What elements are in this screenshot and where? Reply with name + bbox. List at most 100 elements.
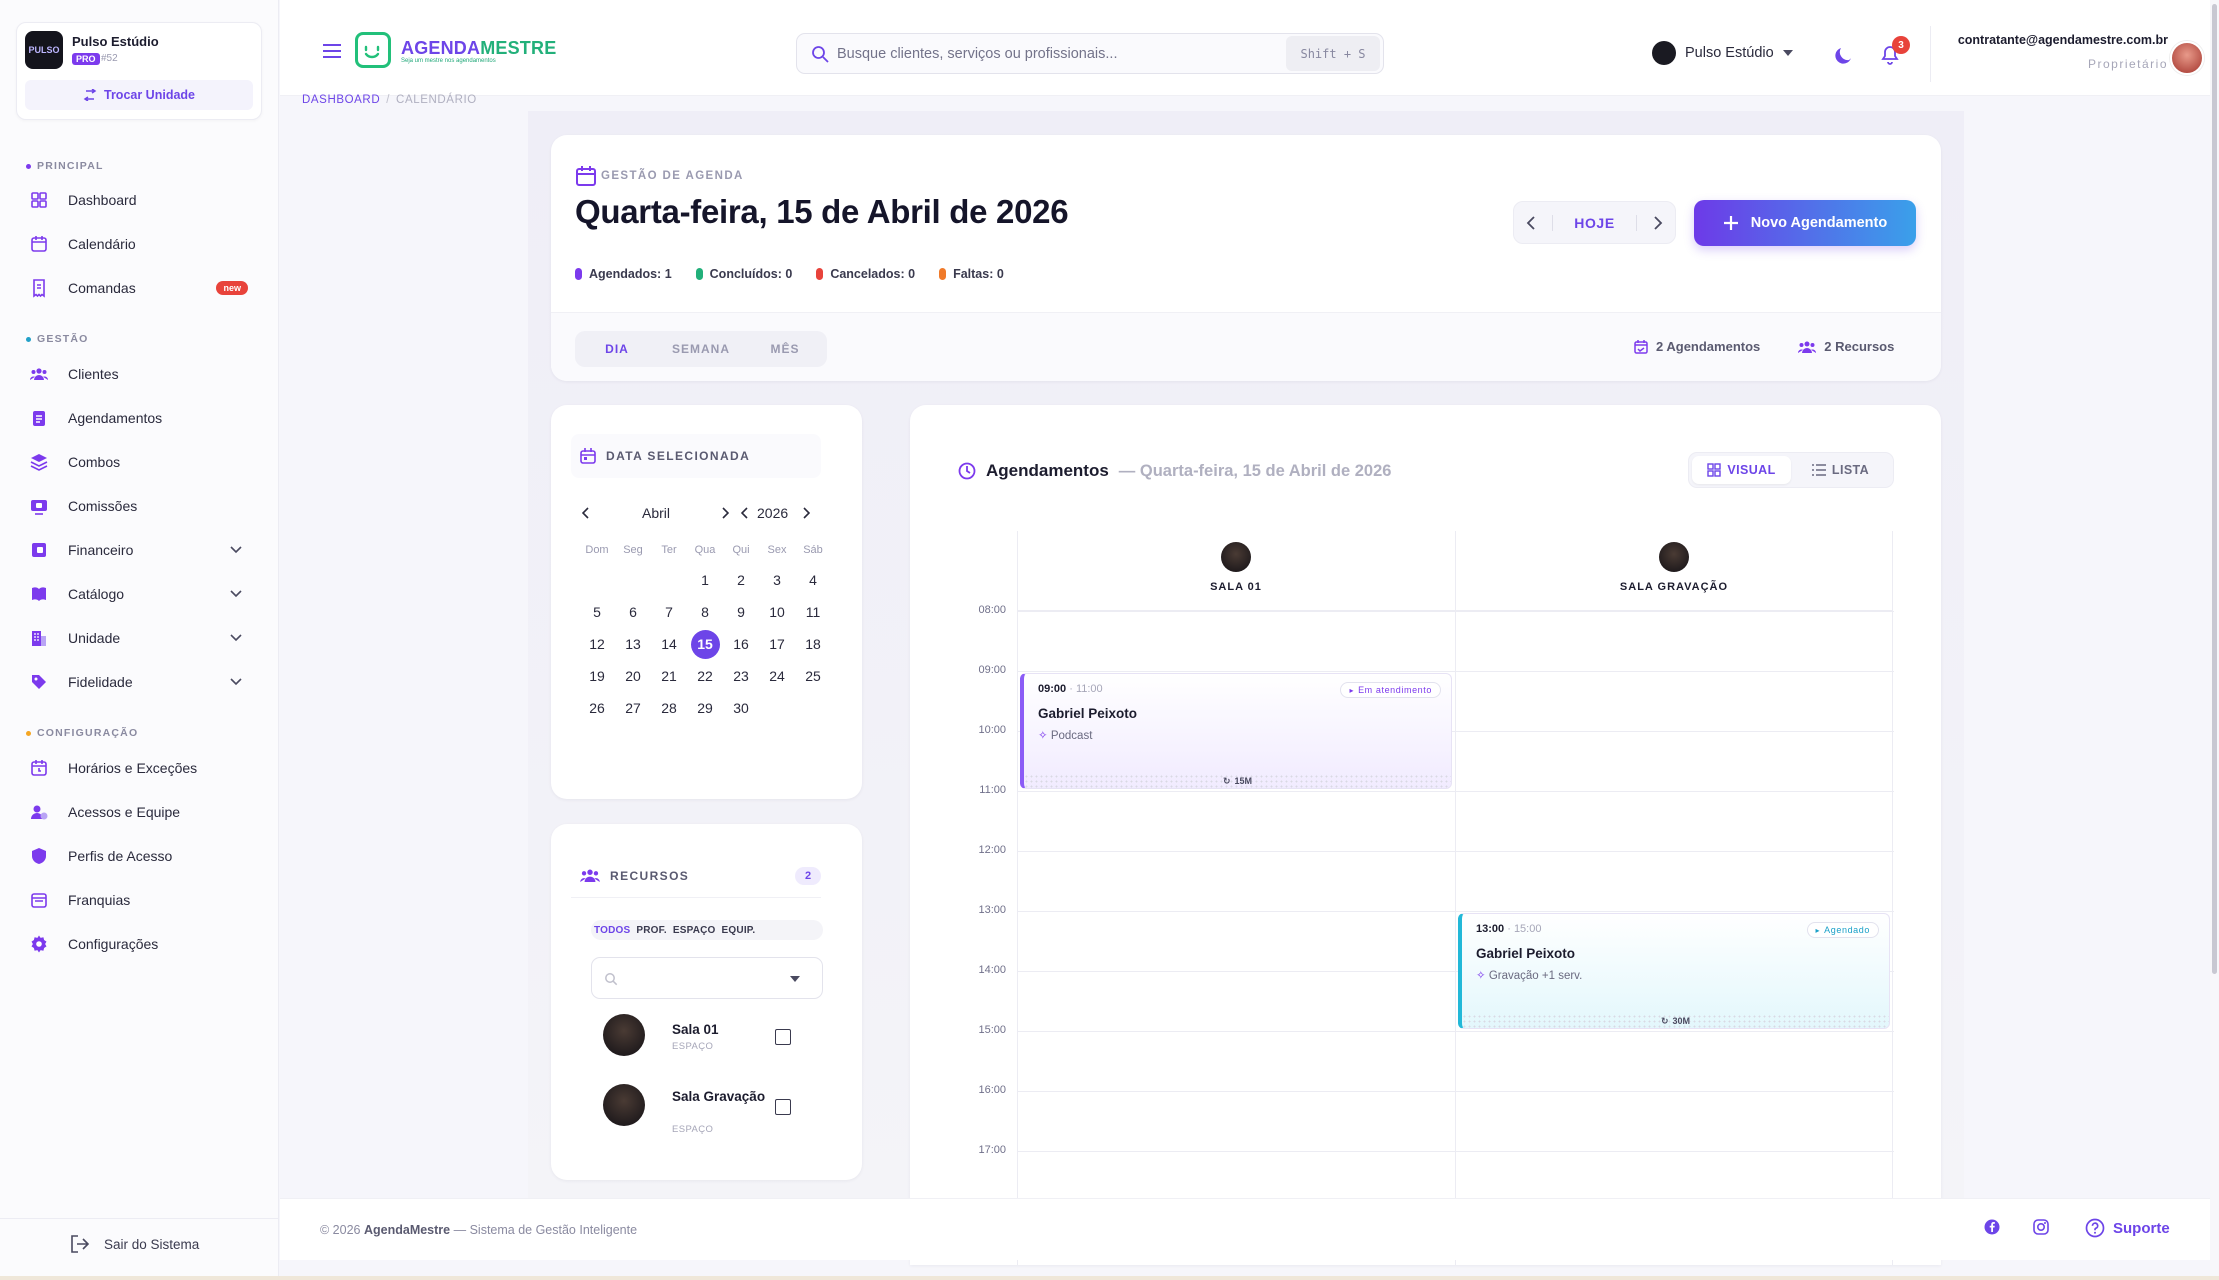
prev-month-button[interactable] <box>582 507 590 519</box>
page-scrollbar[interactable] <box>2210 0 2219 1276</box>
resource-search-select[interactable] <box>591 957 823 999</box>
header-divider <box>1930 26 1931 82</box>
sidebar-item-comandas[interactable]: Comandas new <box>24 270 256 306</box>
calendar-day[interactable]: 5 <box>579 596 615 628</box>
sidebar-item-comissoes[interactable]: Comissões <box>24 488 256 524</box>
resource-filter-0[interactable]: TODOS <box>594 925 630 936</box>
sidebar-item-combos[interactable]: Combos <box>24 444 256 480</box>
calendar-day[interactable]: 2 <box>723 564 759 596</box>
calendar-day[interactable]: 28 <box>651 692 687 724</box>
calendar-day[interactable]: 26 <box>579 692 615 724</box>
calendar-day[interactable]: 4 <box>795 564 831 596</box>
calendar-day[interactable]: 1 <box>687 564 723 596</box>
calendar-day[interactable]: 13 <box>615 628 651 660</box>
calendar-day[interactable]: 17 <box>759 628 795 660</box>
calendar-day[interactable]: 10 <box>759 596 795 628</box>
resource-item[interactable]: Sala 01 ESPAÇO <box>603 1014 823 1068</box>
resource-item[interactable]: Sala Gravação ESPAÇO <box>603 1084 823 1138</box>
next-month-button[interactable] <box>721 507 730 519</box>
calendar-day-selected[interactable]: 15 <box>687 628 723 660</box>
next-day-button[interactable] <box>1653 215 1663 230</box>
breadcrumb-root[interactable]: DASHBOARD <box>302 94 380 106</box>
list-view-button[interactable]: LISTA <box>1791 456 1890 484</box>
calendar-day[interactable]: 11 <box>795 596 831 628</box>
calendar-day[interactable]: 30 <box>723 692 759 724</box>
clipboard-icon <box>24 403 54 433</box>
page-bottom-edge <box>0 1276 2219 1280</box>
calendar-day[interactable]: 20 <box>615 660 651 692</box>
calendar-day[interactable]: 14 <box>651 628 687 660</box>
sidebar-item-clientes[interactable]: Clientes <box>24 356 256 392</box>
calendar-day[interactable]: 6 <box>615 596 651 628</box>
search-input[interactable]: Busque clientes, serviços ou profissiona… <box>837 46 1286 62</box>
sidebar-item-configuracoes[interactable]: Configurações <box>24 926 256 962</box>
chevron-down-icon <box>230 590 242 598</box>
resource-column-header: SALA GRAVAÇÃO <box>1455 531 1893 611</box>
calendar-day[interactable]: 7 <box>651 596 687 628</box>
sidebar-item-unidade[interactable]: Unidade <box>24 620 256 656</box>
calendar-day[interactable]: 21 <box>651 660 687 692</box>
sidebar-item-label: Calendário <box>68 236 136 252</box>
logout-button[interactable]: Sair do Sistema <box>70 1235 199 1253</box>
prev-year-button[interactable] <box>741 507 749 519</box>
resource-checkbox[interactable] <box>775 1099 791 1115</box>
time-label: 09:00 <box>978 664 1006 676</box>
calendar-day[interactable]: 24 <box>759 660 795 692</box>
visual-view-button[interactable]: VISUAL <box>1692 456 1791 484</box>
new-appointment-button[interactable]: Novo Agendamento <box>1694 200 1916 246</box>
sidebar-item-catalogo[interactable]: Catálogo <box>24 576 256 612</box>
sidebar-item-horarios-e-excecoes[interactable]: Horários e Exceções <box>24 750 256 786</box>
sidebar-item-calendario[interactable]: Calendário <box>24 226 256 262</box>
calendar-day[interactable]: 29 <box>687 692 723 724</box>
theme-toggle-button[interactable] <box>1834 46 1854 66</box>
unit-code: #52 <box>101 53 118 64</box>
calendar-day[interactable]: 25 <box>795 660 831 692</box>
resource-filter-2[interactable]: ESPAÇO <box>673 925 716 936</box>
appointment-card[interactable]: 09:00 · 11:00 ▸ Em atendimento Gabriel Pe… <box>1020 673 1452 789</box>
calendar-day[interactable]: 27 <box>615 692 651 724</box>
facebook-link[interactable] <box>1984 1219 2000 1235</box>
tab-week[interactable]: SEMANA <box>659 342 743 356</box>
sidebar-item-perfis-de-acesso[interactable]: Perfis de Acesso <box>24 838 256 874</box>
global-search[interactable]: Busque clientes, serviços ou profissiona… <box>796 33 1384 74</box>
user-email[interactable]: contratante@agendamestre.com.br <box>1940 33 2168 47</box>
sidebar-item-fidelidade[interactable]: Fidelidade <box>24 664 256 700</box>
unit-selector[interactable]: Pulso Estúdio <box>1652 41 1793 65</box>
next-year-button[interactable] <box>802 507 811 519</box>
support-link[interactable]: Suporte <box>2085 1218 2170 1238</box>
resource-checkbox[interactable] <box>775 1029 791 1045</box>
calendar-day[interactable]: 12 <box>579 628 615 660</box>
sidebar-item-label: Fidelidade <box>68 674 133 690</box>
resource-column-header: SALA 01 <box>1017 531 1455 611</box>
resource-filter-3[interactable]: EQUIP. <box>722 925 756 936</box>
appointment-card[interactable]: 13:00 · 15:00 ▸ Agendado Gabriel Peixoto … <box>1458 913 1890 1029</box>
user-avatar[interactable] <box>2170 41 2204 75</box>
switch-unit-button[interactable]: Trocar Unidade <box>25 80 253 110</box>
hour-line <box>1017 1031 1894 1032</box>
calendar-day[interactable]: 16 <box>723 628 759 660</box>
mini-calendar-grid: Dom Seg Ter Qua Qui Sex Sáb 1 2 3 4 5 6 7 8 9 10 11 12 13 14… <box>579 540 837 724</box>
calendar-day[interactable]: 23 <box>723 660 759 692</box>
sidebar-item-dashboard[interactable]: Dashboard <box>24 182 256 218</box>
tag-icon <box>24 667 54 697</box>
calendar-day[interactable]: 18 <box>795 628 831 660</box>
calendar-day[interactable]: 9 <box>723 596 759 628</box>
sidebar-item-franquias[interactable]: Franquias <box>24 882 256 918</box>
prev-day-button[interactable] <box>1526 215 1536 230</box>
time-label: 17:00 <box>978 1144 1006 1156</box>
sidebar-item-acessos-e-equipe[interactable]: Acessos e Equipe <box>24 794 256 830</box>
wallet-icon <box>24 491 54 521</box>
instagram-link[interactable] <box>2033 1219 2049 1235</box>
calendar-day[interactable]: 8 <box>687 596 723 628</box>
tab-day[interactable]: DIA <box>575 342 659 356</box>
chevron-down-icon <box>230 634 242 642</box>
today-button[interactable]: HOJE <box>1552 214 1637 231</box>
tab-month[interactable]: MÊS <box>743 342 827 356</box>
sidebar-item-financeiro[interactable]: Financeiro <box>24 532 256 568</box>
calendar-day[interactable]: 3 <box>759 564 795 596</box>
sidebar-item-agendamentos[interactable]: Agendamentos <box>24 400 256 436</box>
resource-filter-1[interactable]: PROF. <box>636 925 666 936</box>
menu-toggle-button[interactable] <box>322 44 342 58</box>
calendar-day[interactable]: 19 <box>579 660 615 692</box>
calendar-day[interactable]: 22 <box>687 660 723 692</box>
